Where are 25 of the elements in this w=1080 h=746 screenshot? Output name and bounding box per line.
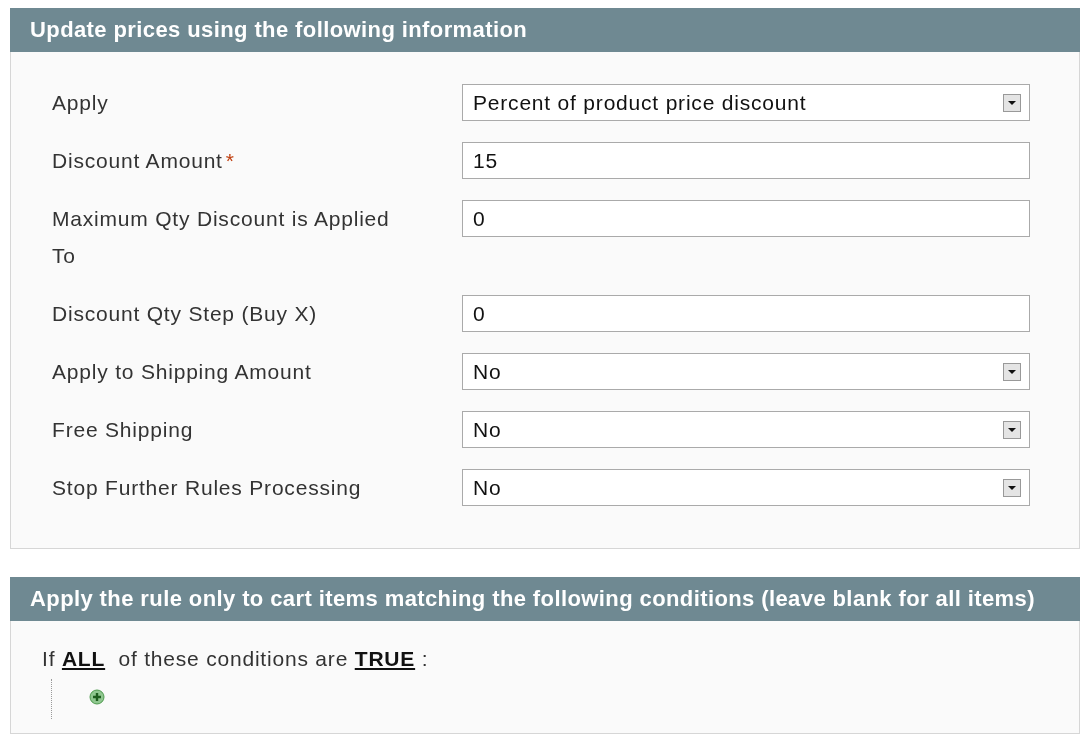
section-header: Update prices using the following information: [10, 8, 1080, 52]
caret-icon: [1003, 93, 1021, 112]
field-label: Discount Amount*: [52, 148, 236, 174]
field-label: Free Shipping: [52, 417, 195, 443]
dropdown[interactable]: No: [462, 411, 1030, 448]
required-marker: *: [225, 149, 235, 172]
field-label: Discount Qty Step (Buy X): [52, 301, 319, 327]
dropdown[interactable]: No: [462, 469, 1030, 506]
caret-icon: [1003, 478, 1021, 497]
input-field[interactable]: 15: [462, 142, 1030, 179]
caret-icon: [1003, 420, 1021, 439]
value-link[interactable]: TRUE: [354, 647, 416, 670]
field-label: Apply to Shipping Amount: [52, 359, 313, 385]
field-label: Apply: [52, 90, 110, 116]
condition-sentence: If ALL of these conditions are TRUE :: [41, 646, 430, 672]
input-field[interactable]: 0: [462, 200, 1030, 237]
aggregator-link[interactable]: ALL: [61, 647, 106, 670]
section-header: Apply the rule only to cart items matching the following conditions (leave blank for all items): [10, 577, 1080, 621]
input-field[interactable]: 0: [462, 295, 1030, 332]
caret-icon: [1003, 362, 1021, 381]
field-label: Maximum Qty Discount is Applied To: [52, 206, 391, 269]
dropdown[interactable]: Percent of product price discount: [462, 84, 1030, 121]
dropdown[interactable]: No: [462, 353, 1030, 390]
field-label: Stop Further Rules Processing: [52, 475, 363, 501]
add-icon[interactable]: [89, 689, 105, 705]
